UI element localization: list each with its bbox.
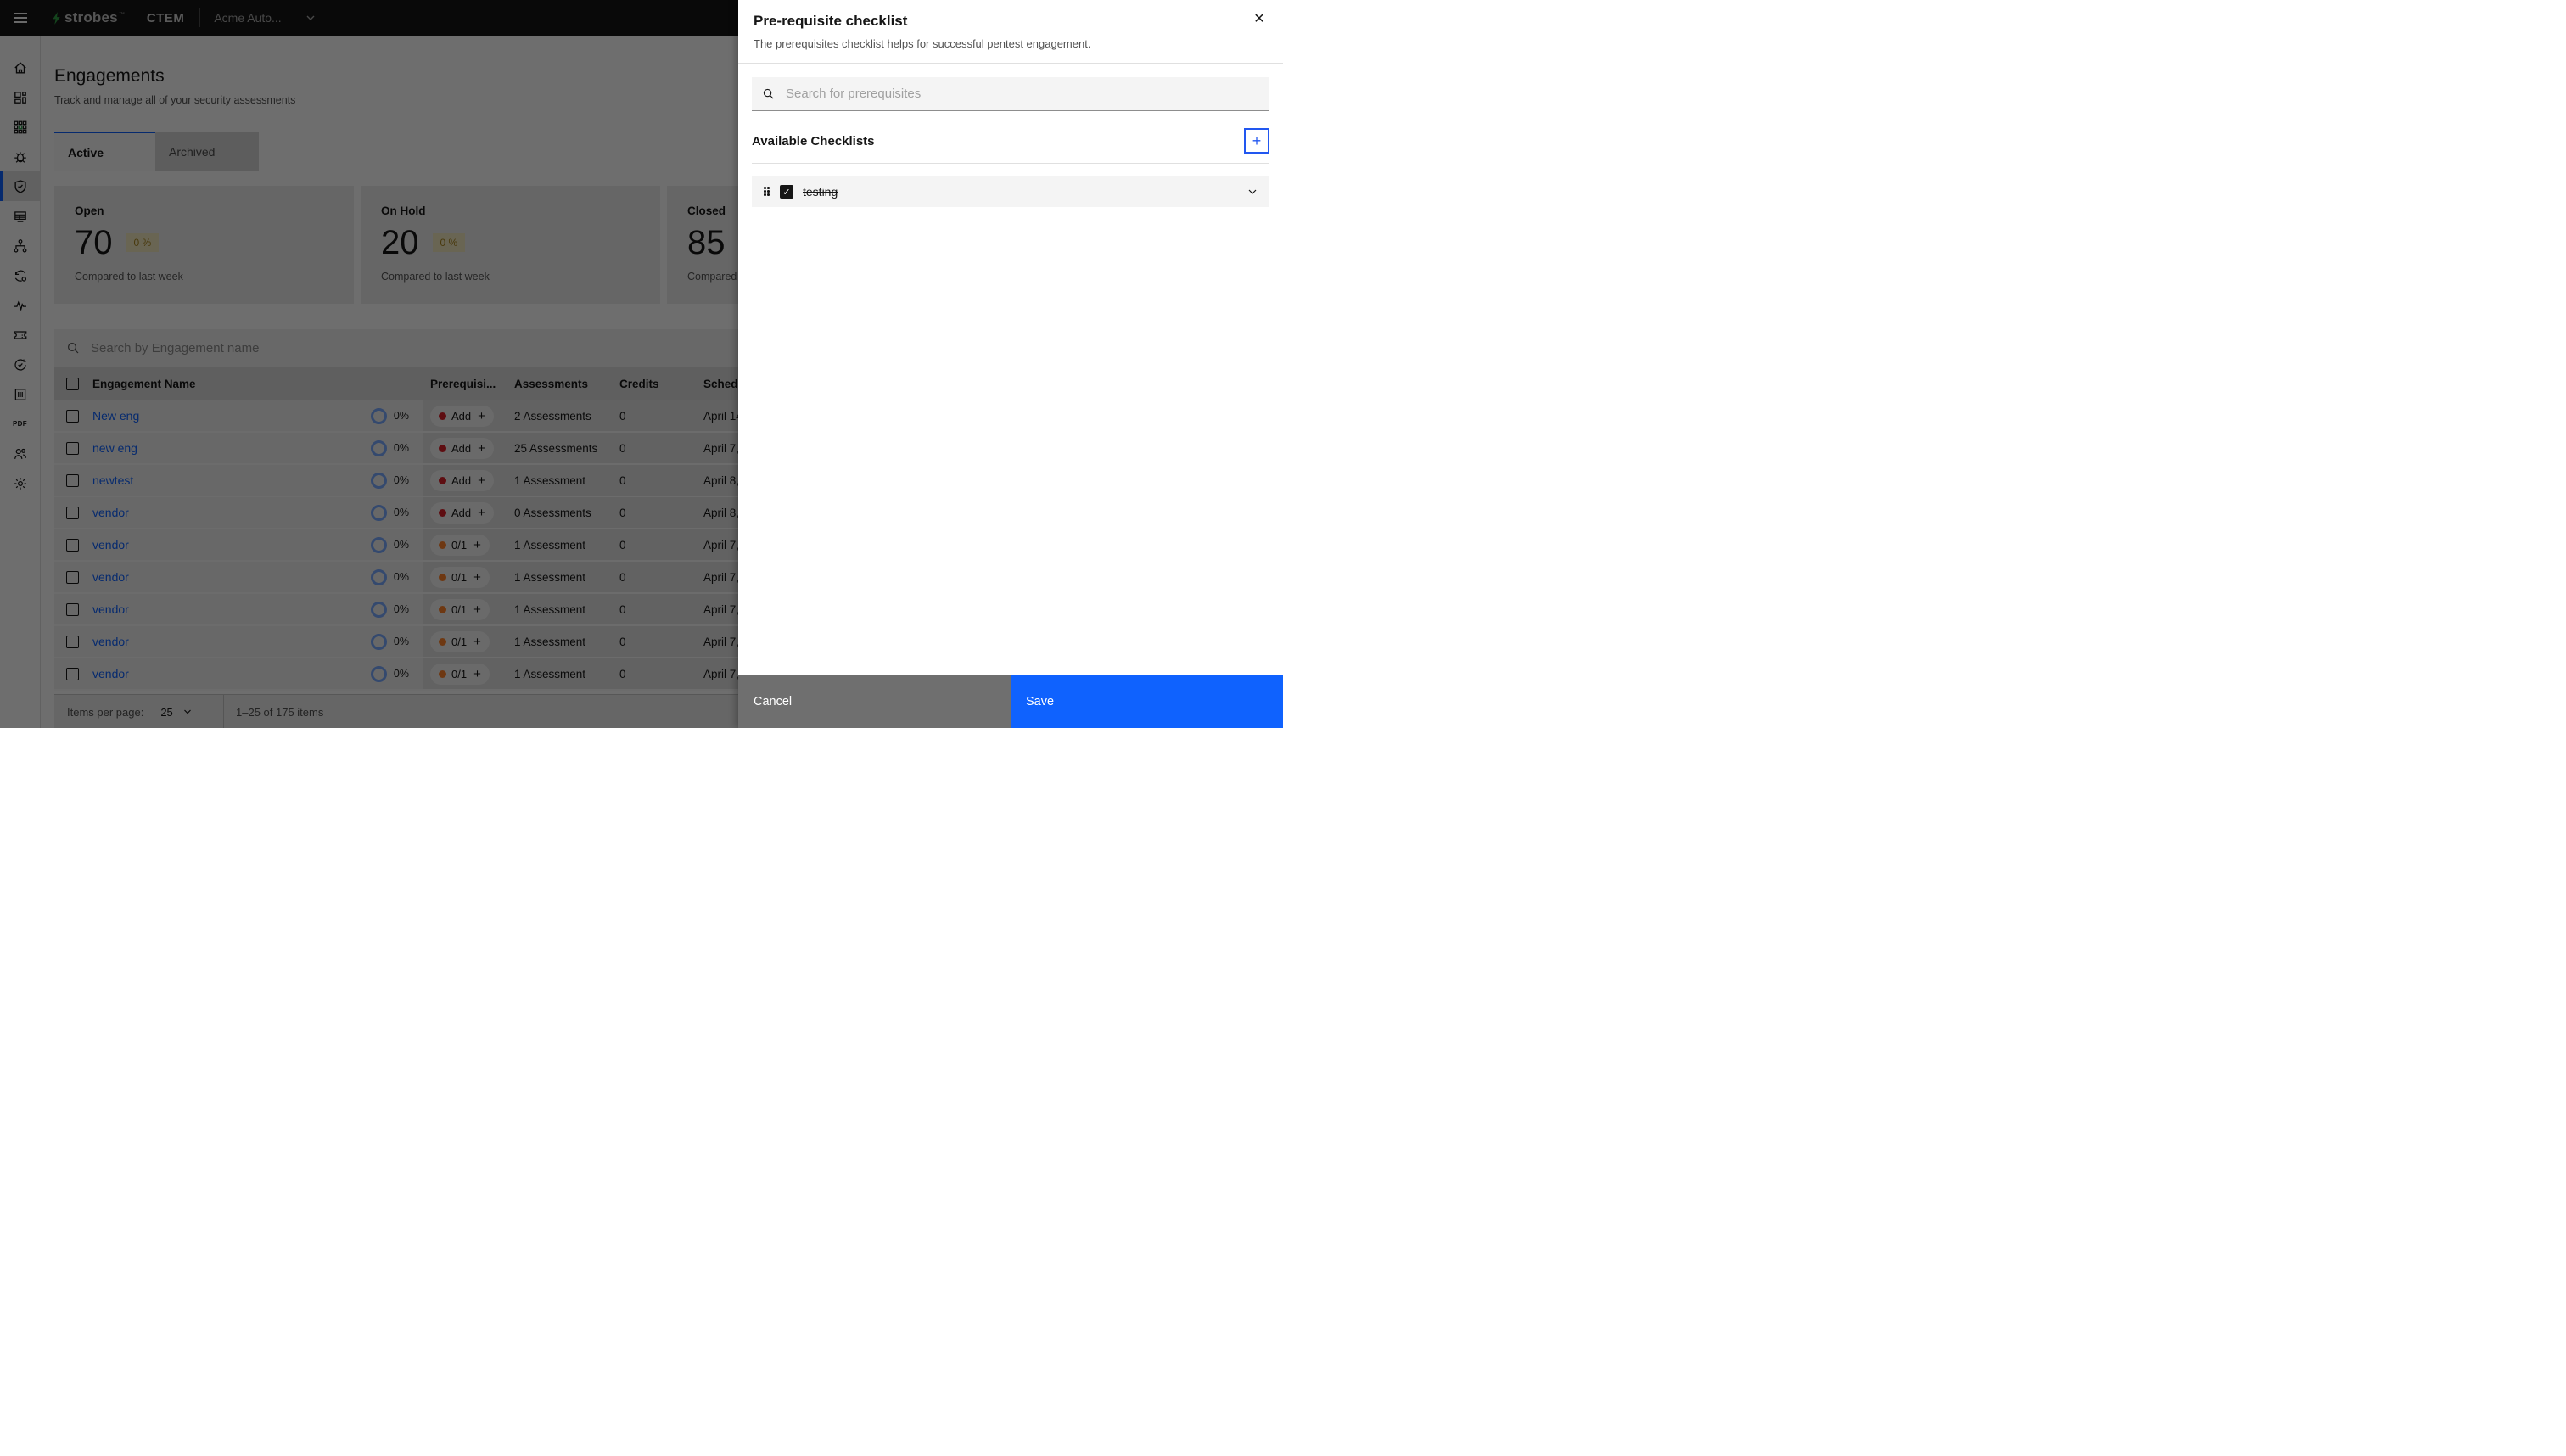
prerequisite-search-bar [752, 77, 1269, 111]
close-icon[interactable]: ✕ [1247, 8, 1271, 31]
prerequisite-checklist-drawer: Pre-requisite checklist The prerequisite… [738, 0, 1283, 728]
checked-checkbox[interactable]: ✓ [780, 185, 793, 199]
drawer-header-divider [738, 63, 1283, 64]
available-checklists-section: Available Checklists + [752, 128, 1269, 154]
modal-overlay[interactable] [0, 0, 738, 728]
drawer-title: Pre-requisite checklist [754, 13, 908, 29]
save-button[interactable]: Save [1011, 675, 1283, 728]
drawer-subtitle: The prerequisites checklist helps for su… [754, 37, 1091, 50]
checklist-item-label: testing [803, 185, 838, 199]
drawer-body: Available Checklists + ✓ testing [738, 77, 1283, 207]
drag-handle-icon[interactable] [764, 187, 770, 197]
cancel-button[interactable]: Cancel [738, 675, 1011, 728]
search-icon [763, 88, 774, 99]
add-checklist-button[interactable]: + [1244, 128, 1269, 154]
screen: strobes ™ CTEM Acme Auto... [0, 0, 1283, 728]
checklist-item[interactable]: ✓ testing [752, 176, 1269, 207]
prerequisite-search-input[interactable] [784, 86, 1269, 102]
section-divider [752, 163, 1269, 164]
section-title: Available Checklists [752, 133, 875, 148]
drawer-header: Pre-requisite checklist The prerequisite… [738, 0, 1283, 50]
chevron-down-icon[interactable] [1247, 187, 1258, 197]
drawer-footer: Cancel Save [738, 675, 1283, 728]
